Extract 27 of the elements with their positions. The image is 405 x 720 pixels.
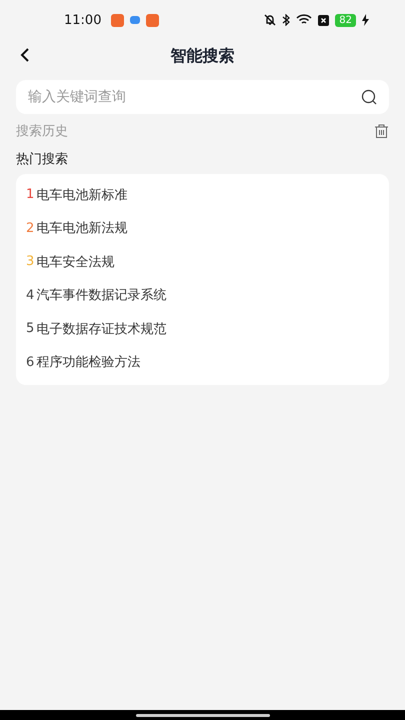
battery-level: 82 xyxy=(335,14,356,26)
hot-search-item[interactable]: 5 电子数据存证技术规范 xyxy=(26,312,379,346)
mute-icon xyxy=(264,14,276,26)
hot-search-item[interactable]: 2 电车电池新法规 xyxy=(26,212,379,245)
rank-number: 6 xyxy=(26,354,34,370)
rank-number: 4 xyxy=(26,288,34,303)
back-icon[interactable] xyxy=(20,48,30,62)
charging-icon xyxy=(362,14,369,26)
wifi-icon xyxy=(296,14,312,26)
hot-search-item[interactable]: 4 汽车事件数据记录系统 xyxy=(26,278,379,312)
search-icon[interactable] xyxy=(361,89,377,105)
bluetooth-icon xyxy=(282,14,290,26)
search-field[interactable]: 输入关键词查询 xyxy=(16,80,389,114)
section-label: 搜索历史 xyxy=(16,123,68,140)
home-indicator[interactable] xyxy=(136,714,270,716)
hot-search-item[interactable]: 6 程序功能检验方法 xyxy=(26,346,379,379)
rank-number: 5 xyxy=(26,321,34,336)
status-time: 11:00 xyxy=(64,12,102,28)
rank-number: 1 xyxy=(26,187,34,202)
hot-search-item[interactable]: 1 电车电池新标准 xyxy=(26,178,379,212)
page-title: 智能搜索 xyxy=(170,46,234,66)
hot-search-item[interactable]: 3 电车安全法规 xyxy=(26,245,379,278)
section-label: 热门搜索 xyxy=(16,151,69,168)
rank-number: 3 xyxy=(26,254,34,270)
trash-icon[interactable] xyxy=(374,124,389,138)
rank-number: 2 xyxy=(26,220,34,236)
sim-icon xyxy=(318,14,330,26)
